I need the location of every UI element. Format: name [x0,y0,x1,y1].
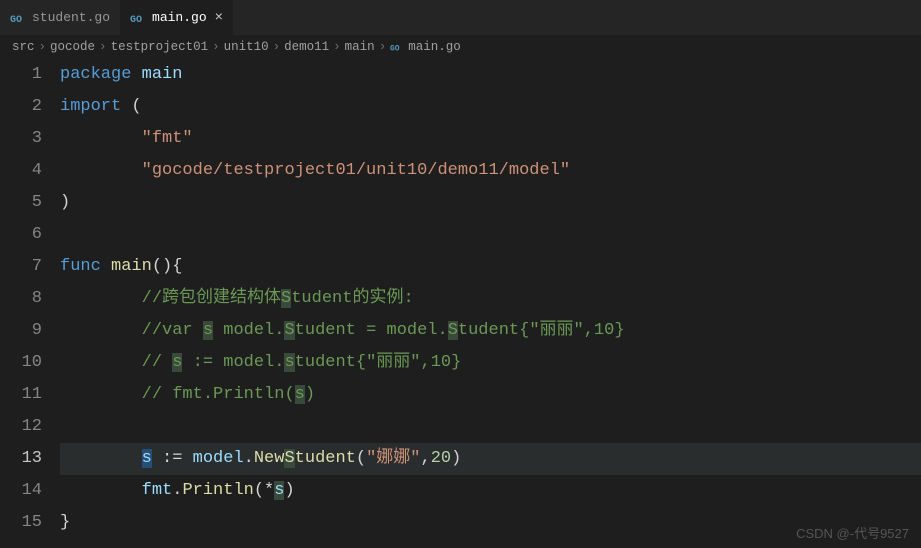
chevron-right-icon: › [379,40,387,54]
svg-text:GO: GO [10,15,22,26]
line-number: 9 [0,315,42,347]
code-editor[interactable]: 123456789101112131415 package mainimport… [0,59,921,539]
code-line[interactable]: } [60,507,921,539]
chevron-right-icon: › [273,40,281,54]
tab-label: main.go [152,10,207,25]
svg-text:GO: GO [130,15,142,26]
code-line[interactable]: s := model.NewStudent("娜娜",20) [60,443,921,475]
code-line[interactable]: // fmt.Println(s) [60,379,921,411]
line-number: 15 [0,507,42,539]
code-line[interactable]: import ( [60,91,921,123]
breadcrumb-item[interactable]: testproject01 [111,40,209,54]
tab-bar: GO student.go GO main.go × [0,0,921,35]
tab-label: student.go [32,10,110,25]
go-file-icon: GO [390,40,404,54]
tab-main-go[interactable]: GO main.go × [120,0,233,35]
breadcrumb-item[interactable]: main.go [408,40,461,54]
chevron-right-icon: › [39,40,47,54]
line-number: 6 [0,219,42,251]
line-number: 14 [0,475,42,507]
svg-text:GO: GO [390,45,400,54]
code-line[interactable]: package main [60,59,921,91]
chevron-right-icon: › [99,40,107,54]
breadcrumb-item[interactable]: demo11 [284,40,329,54]
code-line[interactable]: //var s model.Student = model.Student{"丽… [60,315,921,347]
code-line[interactable] [60,411,921,443]
line-number: 12 [0,411,42,443]
go-file-icon: GO [130,10,146,26]
code-line[interactable]: //跨包创建结构体Student的实例: [60,283,921,315]
line-number: 8 [0,283,42,315]
watermark: CSDN @-代号9527 [796,523,909,542]
line-number: 13 [0,443,42,475]
code-content[interactable]: package mainimport ( "fmt" "gocode/testp… [60,59,921,539]
code-line[interactable]: ) [60,187,921,219]
breadcrumb-item[interactable]: src [12,40,35,54]
line-number: 3 [0,123,42,155]
code-line[interactable] [60,219,921,251]
line-number: 5 [0,187,42,219]
breadcrumb: src › gocode › testproject01 › unit10 › … [0,35,921,59]
line-number: 2 [0,91,42,123]
tab-student-go[interactable]: GO student.go [0,0,120,35]
code-line[interactable]: fmt.Println(*s) [60,475,921,507]
line-number: 10 [0,347,42,379]
line-number: 7 [0,251,42,283]
line-number: 1 [0,59,42,91]
code-line[interactable]: "gocode/testproject01/unit10/demo11/mode… [60,155,921,187]
chevron-right-icon: › [212,40,220,54]
breadcrumb-item[interactable]: main [345,40,375,54]
line-gutter: 123456789101112131415 [0,59,60,539]
code-line[interactable]: // s := model.student{"丽丽",10} [60,347,921,379]
line-number: 11 [0,379,42,411]
breadcrumb-item[interactable]: unit10 [224,40,269,54]
chevron-right-icon: › [333,40,341,54]
close-icon[interactable]: × [215,10,223,26]
code-line[interactable]: "fmt" [60,123,921,155]
line-number: 4 [0,155,42,187]
breadcrumb-item[interactable]: gocode [50,40,95,54]
code-line[interactable]: func main(){ [60,251,921,283]
go-file-icon: GO [10,10,26,26]
